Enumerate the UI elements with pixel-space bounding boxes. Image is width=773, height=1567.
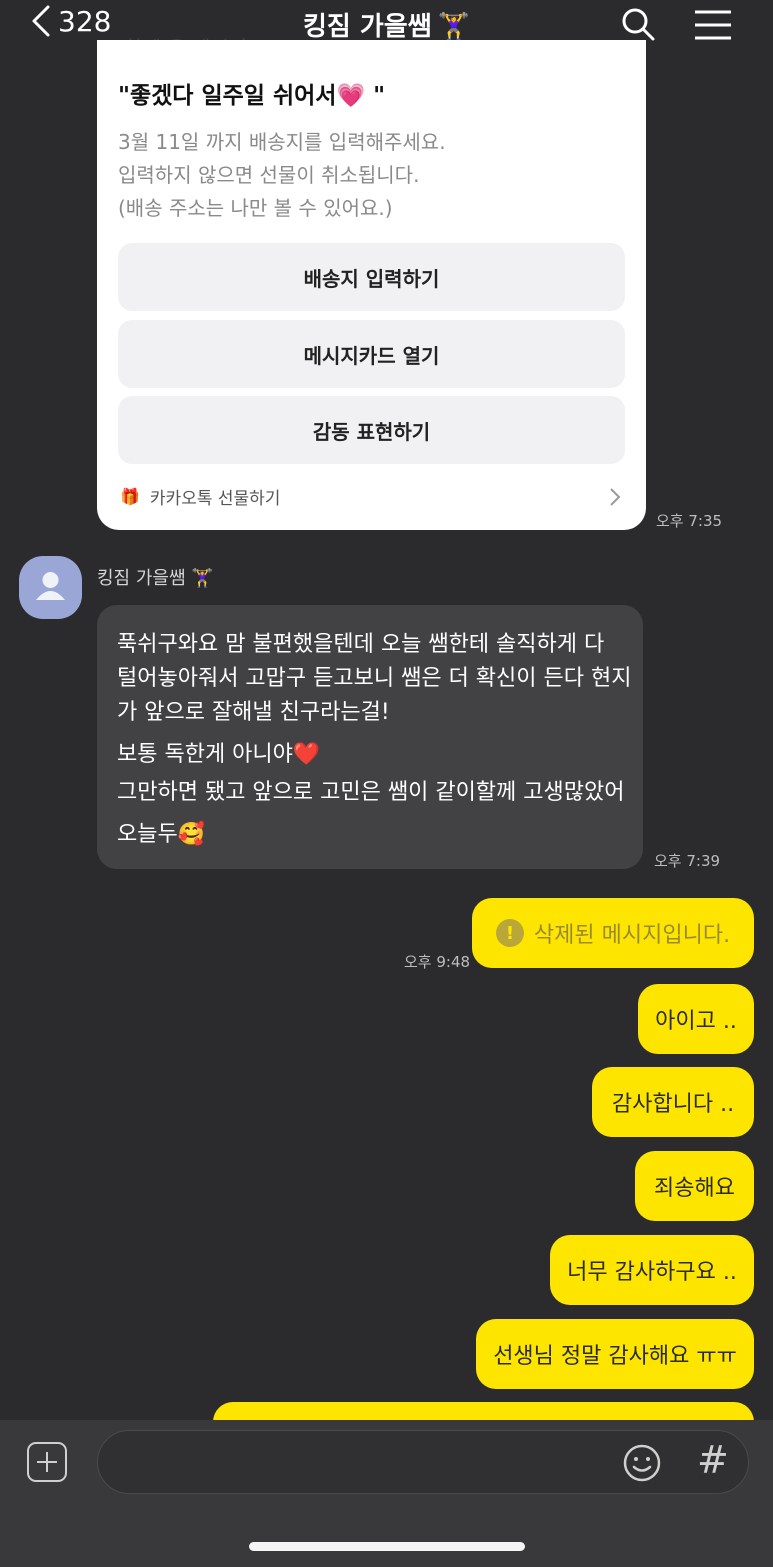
kakao-gift-link[interactable]: 🎁 카카오톡 선물하기 <box>120 484 280 509</box>
enter-address-button[interactable]: 배송지 입력하기 <box>118 243 625 311</box>
exclamation-icon: ! <box>495 919 524 947</box>
hashtag-button[interactable]: # <box>697 1438 729 1482</box>
message-line: 털어놓아줘서 고맙구 듣고보니 쌤은 더 확신이 든다 현지 <box>117 666 632 691</box>
message-line: 보통 독한게 아니야❤️ <box>117 742 321 767</box>
sender-name-text: 킹짐 가을쌤 <box>97 568 186 589</box>
emoji-icon[interactable] <box>622 1443 662 1483</box>
message-line: 가 앞으로 잘해낼 친구라는걸! <box>117 700 390 725</box>
outgoing-message-bubble[interactable]: 감사합니다 .. <box>592 1067 754 1137</box>
weightlifter-icon: 🏋️‍♀️ <box>437 12 471 42</box>
kakao-gift-label: 카카오톡 선물하기 <box>149 489 281 509</box>
message-line: 그만하면 됐고 앞으로 고민은 쌤이 같이할께 고생많았어 <box>117 780 625 805</box>
avatar[interactable] <box>19 556 82 619</box>
sender-name: 킹짐 가을쌤 🏋️‍♀️ <box>97 564 214 590</box>
message-line: 오늘두🥰 <box>117 822 206 847</box>
weightlifter-icon: 🏋️‍♀️ <box>191 568 214 589</box>
gift-box-icon: 🎁 <box>120 487 140 506</box>
open-message-card-button[interactable]: 메시지카드 열기 <box>118 320 625 388</box>
message-line: 푹쉬구와요 맘 불편했을텐데 오늘 쌤한테 솔직하게 다 <box>117 632 605 657</box>
person-icon <box>36 572 65 600</box>
outgoing-message-bubble[interactable]: 죄송해요 <box>635 1151 754 1221</box>
chevron-right-icon <box>610 488 621 506</box>
chat-title: 킹짐 가을쌤 🏋️‍♀️ <box>0 6 773 43</box>
message-time: 오후 7:39 <box>654 852 721 870</box>
menu-icon[interactable] <box>694 10 732 40</box>
attach-plus-icon[interactable] <box>27 1442 67 1482</box>
express-thanks-button[interactable]: 감동 표현하기 <box>118 396 625 464</box>
outgoing-message-bubble[interactable]: 선생님 정말 감사해요 ㅠㅠ <box>476 1319 754 1389</box>
message-time: 오후 9:48 <box>404 953 471 971</box>
gift-card-quote: "좋겠다 일주일 쉬어서💗 " <box>118 83 386 109</box>
home-indicator[interactable] <box>249 1542 525 1551</box>
deleted-message-bubble[interactable]: ! 삭제된 메시지입니다. <box>472 898 754 968</box>
deleted-message-text: 삭제된 메시지입니다. <box>533 923 731 948</box>
chat-title-text: 킹짐 가을쌤 <box>302 12 432 42</box>
message-time: 오후 7:35 <box>656 512 723 530</box>
gift-card-description: 3월 11일 까지 배송지를 입력해주세요. 입력하지 않으면 선물이 취소됩니… <box>118 130 446 220</box>
search-icon[interactable] <box>620 6 656 42</box>
outgoing-message-bubble[interactable]: 너무 감사하구요 .. <box>550 1235 754 1305</box>
outgoing-message-bubble[interactable]: 아이고 .. <box>638 984 754 1054</box>
